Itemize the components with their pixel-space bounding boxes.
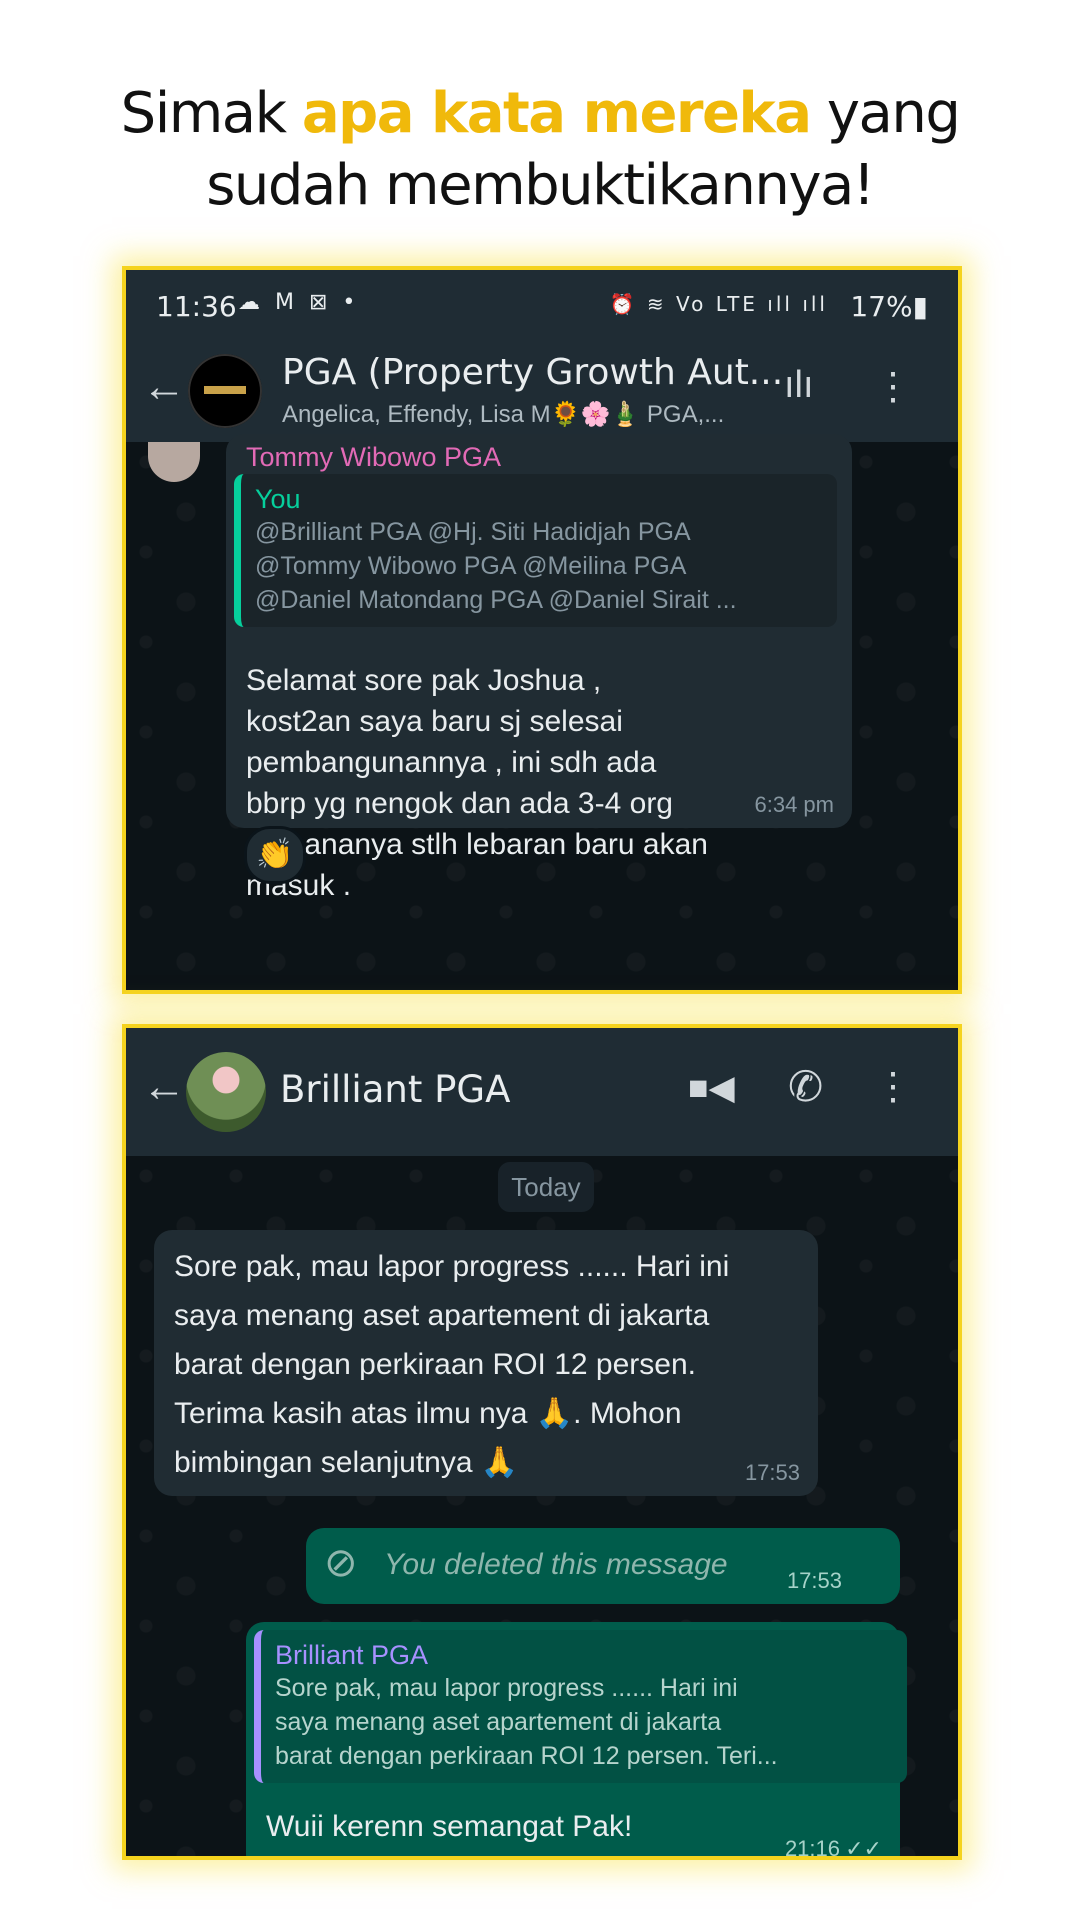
quoted-author: Brilliant PGA xyxy=(275,1640,429,1670)
headline-before: Simak xyxy=(120,81,302,146)
phone-icon[interactable]: ✆ xyxy=(788,1062,823,1111)
message-time: 6:34 pm xyxy=(754,792,835,817)
back-arrow-icon[interactable]: ← xyxy=(142,1062,186,1112)
message-time: 21:16 xyxy=(784,1836,840,1860)
notification-icons: ☁ M ⊠ • xyxy=(238,290,360,315)
quoted-author: You xyxy=(255,484,301,514)
blocked-icon: ⊘ xyxy=(324,1541,358,1585)
group-logo xyxy=(204,386,246,394)
headline-after: yang xyxy=(810,81,961,146)
message-text: Wuii kerenn semangat Pak! xyxy=(266,1810,633,1843)
private-chat-screenshot: ← Brilliant PGA ■◀ ✆ ⋮ Today Sore pak, m… xyxy=(122,1024,962,1860)
contact-avatar[interactable] xyxy=(186,1052,266,1132)
back-arrow-icon[interactable]: ← xyxy=(142,362,186,412)
message-text: Sore pak, mau lapor progress ...... Hari… xyxy=(174,1250,730,1479)
message-time: 17:53 xyxy=(744,1460,800,1485)
headline: Simak apa kata mereka yang sudah membukt… xyxy=(0,78,1080,222)
quoted-message[interactable]: Brilliant PGA Sore pak, mau lapor progre… xyxy=(254,1630,907,1783)
contact-name[interactable]: Brilliant PGA xyxy=(280,1068,510,1111)
message-time: 17:53 xyxy=(786,1568,842,1593)
menu-icon[interactable]: ⋮ xyxy=(874,364,912,409)
quoted-text: @Brilliant PGA @Hj. Siti Hadidjah PGA @T… xyxy=(255,518,737,614)
sender-name[interactable]: Tommy Wibowo PGA xyxy=(246,442,501,473)
battery-indicator: 17%▮ xyxy=(850,290,928,323)
voice-chat-icon[interactable]: ılı xyxy=(784,364,814,407)
status-bar: 11:36 ☁ M ⊠ • ⏰ ≋ Vo LTE ıll ıll 17%▮ xyxy=(126,270,958,340)
sender-avatar[interactable] xyxy=(148,442,200,482)
message-text: Selamat sore pak Joshua , kost2an saya b… xyxy=(246,664,708,902)
headline-line2: sudah membuktikannya! xyxy=(206,153,875,218)
quoted-text: Sore pak, mau lapor progress ...... Hari… xyxy=(275,1674,778,1770)
status-time: 11:36 xyxy=(156,290,237,323)
signal-icons: ⏰ ≋ Vo LTE ıll ıll xyxy=(609,292,828,316)
quoted-message[interactable]: You @Brilliant PGA @Hj. Siti Hadidjah PG… xyxy=(234,474,837,627)
headline-highlight: apa kata mereka xyxy=(301,81,812,146)
group-chat-screenshot: 11:36 ☁ M ⊠ • ⏰ ≋ Vo LTE ıll ıll 17%▮ ← … xyxy=(122,266,962,994)
deleted-message-bubble[interactable]: ⊘ You deleted this message 17:53 xyxy=(306,1528,900,1604)
group-avatar[interactable] xyxy=(188,354,262,428)
chat-messages: Today Sore pak, mau lapor progress .....… xyxy=(126,1156,958,1856)
video-call-icon[interactable]: ■◀ xyxy=(688,1068,735,1108)
menu-icon[interactable]: ⋮ xyxy=(874,1064,912,1109)
deleted-message-text: You deleted this message xyxy=(384,1548,728,1581)
date-divider: Today xyxy=(498,1162,594,1212)
outgoing-reply-bubble[interactable]: Brilliant PGA Sore pak, mau lapor progre… xyxy=(246,1622,907,1860)
message-bubble[interactable]: Tommy Wibowo PGA You @Brilliant PGA @Hj.… xyxy=(226,434,852,902)
chat-header: ← PGA (Property Growth Aut... Angelica, … xyxy=(126,340,958,442)
chat-messages: Tommy Wibowo PGA You @Brilliant PGA @Hj.… xyxy=(126,434,958,990)
reaction-badge[interactable]: 👏 xyxy=(244,826,306,884)
group-members: Angelica, Effendy, Lisa M🌻🌸🎍 PGA,... xyxy=(282,401,725,428)
chat-header: ← Brilliant PGA ■◀ ✆ ⋮ xyxy=(126,1028,958,1156)
group-title[interactable]: PGA (Property Growth Aut... xyxy=(282,352,783,393)
clapping-hands-icon: 👏 xyxy=(256,838,294,871)
read-ticks-icon: ✓✓ xyxy=(845,1836,882,1860)
headline-line1: Simak apa kata mereka yang xyxy=(0,78,1080,150)
incoming-message-bubble[interactable]: Sore pak, mau lapor progress ...... Hari… xyxy=(154,1230,818,1496)
